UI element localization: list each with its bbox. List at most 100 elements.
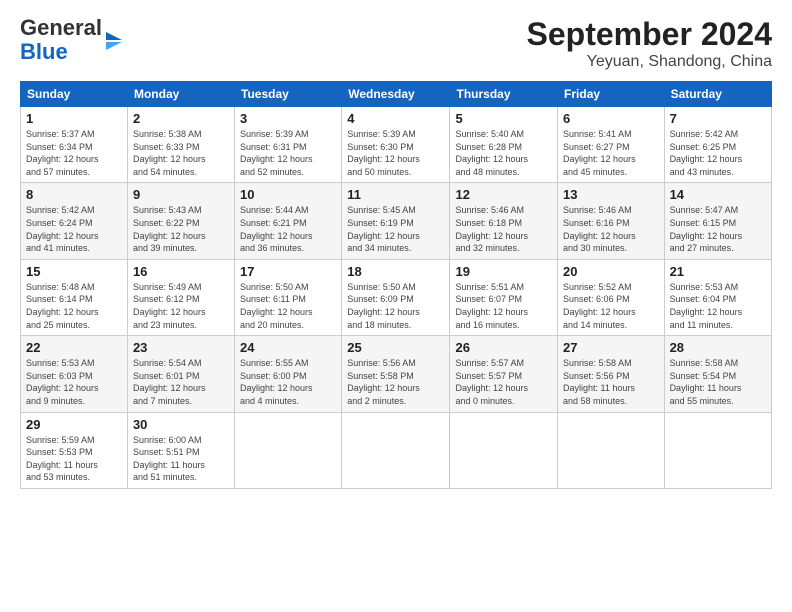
calendar-cell xyxy=(342,412,450,488)
day-number: 27 xyxy=(563,340,659,355)
day-info: Sunrise: 5:49 AM Sunset: 6:12 PM Dayligh… xyxy=(133,281,229,331)
calendar-cell: 5Sunrise: 5:40 AM Sunset: 6:28 PM Daylig… xyxy=(450,107,558,183)
calendar-header-wednesday: Wednesday xyxy=(342,82,450,107)
calendar-subtitle: Yeyuan, Shandong, China xyxy=(527,53,772,71)
calendar-cell xyxy=(450,412,558,488)
day-info: Sunrise: 5:56 AM Sunset: 5:58 PM Dayligh… xyxy=(347,357,444,407)
day-info: Sunrise: 5:41 AM Sunset: 6:27 PM Dayligh… xyxy=(563,128,659,178)
day-info: Sunrise: 5:57 AM Sunset: 5:57 PM Dayligh… xyxy=(455,357,552,407)
calendar-cell: 3 Sunrise: 5:39 AM Sunset: 6:31 PM Daylig… xyxy=(235,107,342,183)
calendar-cell: 9 Sunrise: 5:43 AM Sunset: 6:22 PM Daylig… xyxy=(127,183,234,259)
day-info: Sunrise: 5:52 AM Sunset: 6:06 PM Dayligh… xyxy=(563,281,659,331)
calendar-cell: 13 Sunrise: 5:46 AM Sunset: 6:16 PM Dayli… xyxy=(558,183,665,259)
calendar-cell: 25 Sunrise: 5:56 AM Sunset: 5:58 PM Dayli… xyxy=(342,336,450,412)
day-number: 19 xyxy=(455,264,552,279)
day-number: 28 xyxy=(670,340,766,355)
day-info: Sunrise: 6:00 AM Sunset: 5:51 PM Dayligh… xyxy=(133,434,229,484)
day-number: 25 xyxy=(347,340,444,355)
calendar-header-row: SundayMondayTuesdayWednesdayThursdayFrid… xyxy=(21,82,772,107)
title-block: September 2024 Yeyuan, Shandong, China xyxy=(527,16,772,71)
calendar-header-friday: Friday xyxy=(558,82,665,107)
day-number: 21 xyxy=(670,264,766,279)
day-info: Sunrise: 5:48 AM Sunset: 6:14 PM Dayligh… xyxy=(26,281,122,331)
day-number: 9 xyxy=(133,187,229,202)
calendar-cell: 17Sunrise: 5:50 AM Sunset: 6:11 PM Dayli… xyxy=(235,259,342,335)
day-number: 30 xyxy=(133,417,229,432)
day-info: Sunrise: 5:50 AM Sunset: 6:09 PM Dayligh… xyxy=(347,281,444,331)
day-info: Sunrise: 5:43 AM Sunset: 6:22 PM Dayligh… xyxy=(133,204,229,254)
day-number: 6 xyxy=(563,111,659,126)
calendar-header-tuesday: Tuesday xyxy=(235,82,342,107)
day-number: 2 xyxy=(133,111,229,126)
day-number: 13 xyxy=(563,187,659,202)
day-number: 22 xyxy=(26,340,122,355)
calendar-cell: 7 Sunrise: 5:42 AM Sunset: 6:25 PM Daylig… xyxy=(664,107,771,183)
calendar-cell: 2 Sunrise: 5:38 AM Sunset: 6:33 PM Daylig… xyxy=(127,107,234,183)
calendar-cell: 18 Sunrise: 5:50 AM Sunset: 6:09 PM Dayli… xyxy=(342,259,450,335)
logo-blue: Blue xyxy=(20,39,68,64)
day-info: Sunrise: 5:42 AM Sunset: 6:24 PM Dayligh… xyxy=(26,204,122,254)
day-number: 14 xyxy=(670,187,766,202)
day-info: Sunrise: 5:50 AM Sunset: 6:11 PM Dayligh… xyxy=(240,281,336,331)
calendar-cell: 20 Sunrise: 5:52 AM Sunset: 6:06 PM Dayli… xyxy=(558,259,665,335)
day-number: 3 xyxy=(240,111,336,126)
calendar-cell xyxy=(558,412,665,488)
header: General Blue September 2024 Yeyuan, Shan… xyxy=(20,16,772,71)
day-number: 20 xyxy=(563,264,659,279)
calendar-cell: 23 Sunrise: 5:54 AM Sunset: 6:01 PM Dayli… xyxy=(127,336,234,412)
calendar-cell xyxy=(664,412,771,488)
day-info: Sunrise: 5:53 AM Sunset: 6:04 PM Dayligh… xyxy=(670,281,766,331)
calendar-cell: 30 Sunrise: 6:00 AM Sunset: 5:51 PM Dayli… xyxy=(127,412,234,488)
calendar-cell: 11Sunrise: 5:45 AM Sunset: 6:19 PM Dayli… xyxy=(342,183,450,259)
calendar-table: SundayMondayTuesdayWednesdayThursdayFrid… xyxy=(20,81,772,489)
day-info: Sunrise: 5:39 AM Sunset: 6:31 PM Dayligh… xyxy=(240,128,336,178)
calendar-cell: 29Sunrise: 5:59 AM Sunset: 5:53 PM Dayli… xyxy=(21,412,128,488)
day-info: Sunrise: 5:46 AM Sunset: 6:18 PM Dayligh… xyxy=(455,204,552,254)
day-number: 26 xyxy=(455,340,552,355)
calendar-cell: 21 Sunrise: 5:53 AM Sunset: 6:04 PM Dayli… xyxy=(664,259,771,335)
calendar-cell: 16Sunrise: 5:49 AM Sunset: 6:12 PM Dayli… xyxy=(127,259,234,335)
day-info: Sunrise: 5:51 AM Sunset: 6:07 PM Dayligh… xyxy=(455,281,552,331)
day-number: 23 xyxy=(133,340,229,355)
calendar-week-3: 15Sunrise: 5:48 AM Sunset: 6:14 PM Dayli… xyxy=(21,259,772,335)
day-info: Sunrise: 5:58 AM Sunset: 5:54 PM Dayligh… xyxy=(670,357,766,407)
day-number: 7 xyxy=(670,111,766,126)
day-info: Sunrise: 5:58 AM Sunset: 5:56 PM Dayligh… xyxy=(563,357,659,407)
calendar-week-5: 29Sunrise: 5:59 AM Sunset: 5:53 PM Dayli… xyxy=(21,412,772,488)
calendar-cell: 19 Sunrise: 5:51 AM Sunset: 6:07 PM Dayli… xyxy=(450,259,558,335)
calendar-week-2: 8Sunrise: 5:42 AM Sunset: 6:24 PM Daylig… xyxy=(21,183,772,259)
calendar-week-4: 22 Sunrise: 5:53 AM Sunset: 6:03 PM Dayli… xyxy=(21,336,772,412)
day-info: Sunrise: 5:55 AM Sunset: 6:00 PM Dayligh… xyxy=(240,357,336,407)
calendar-cell: 4 Sunrise: 5:39 AM Sunset: 6:30 PM Daylig… xyxy=(342,107,450,183)
day-number: 10 xyxy=(240,187,336,202)
day-number: 18 xyxy=(347,264,444,279)
day-info: Sunrise: 5:47 AM Sunset: 6:15 PM Dayligh… xyxy=(670,204,766,254)
calendar-header-sunday: Sunday xyxy=(21,82,128,107)
calendar-title: September 2024 xyxy=(527,16,772,53)
day-number: 12 xyxy=(455,187,552,202)
logo-text: General Blue xyxy=(20,16,102,64)
calendar-header-saturday: Saturday xyxy=(664,82,771,107)
calendar-cell: 27 Sunrise: 5:58 AM Sunset: 5:56 PM Dayli… xyxy=(558,336,665,412)
calendar-cell: 14 Sunrise: 5:47 AM Sunset: 6:15 PM Dayli… xyxy=(664,183,771,259)
calendar-week-1: 1 Sunrise: 5:37 AM Sunset: 6:34 PM Daylig… xyxy=(21,107,772,183)
day-info: Sunrise: 5:45 AM Sunset: 6:19 PM Dayligh… xyxy=(347,204,444,254)
day-info: Sunrise: 5:54 AM Sunset: 6:01 PM Dayligh… xyxy=(133,357,229,407)
day-info: Sunrise: 5:38 AM Sunset: 6:33 PM Dayligh… xyxy=(133,128,229,178)
calendar-header-monday: Monday xyxy=(127,82,234,107)
day-info: Sunrise: 5:42 AM Sunset: 6:25 PM Dayligh… xyxy=(670,128,766,178)
day-info: Sunrise: 5:46 AM Sunset: 6:16 PM Dayligh… xyxy=(563,204,659,254)
day-number: 4 xyxy=(347,111,444,126)
calendar-cell: 24Sunrise: 5:55 AM Sunset: 6:00 PM Dayli… xyxy=(235,336,342,412)
day-number: 5 xyxy=(455,111,552,126)
day-info: Sunrise: 5:44 AM Sunset: 6:21 PM Dayligh… xyxy=(240,204,336,254)
day-number: 1 xyxy=(26,111,122,126)
calendar-cell: 1 Sunrise: 5:37 AM Sunset: 6:34 PM Daylig… xyxy=(21,107,128,183)
logo-general: General xyxy=(20,15,102,40)
calendar-header-thursday: Thursday xyxy=(450,82,558,107)
day-info: Sunrise: 5:39 AM Sunset: 6:30 PM Dayligh… xyxy=(347,128,444,178)
calendar-cell: 26 Sunrise: 5:57 AM Sunset: 5:57 PM Dayli… xyxy=(450,336,558,412)
day-info: Sunrise: 5:37 AM Sunset: 6:34 PM Dayligh… xyxy=(26,128,122,178)
day-info: Sunrise: 5:53 AM Sunset: 6:03 PM Dayligh… xyxy=(26,357,122,407)
calendar-cell: 15Sunrise: 5:48 AM Sunset: 6:14 PM Dayli… xyxy=(21,259,128,335)
